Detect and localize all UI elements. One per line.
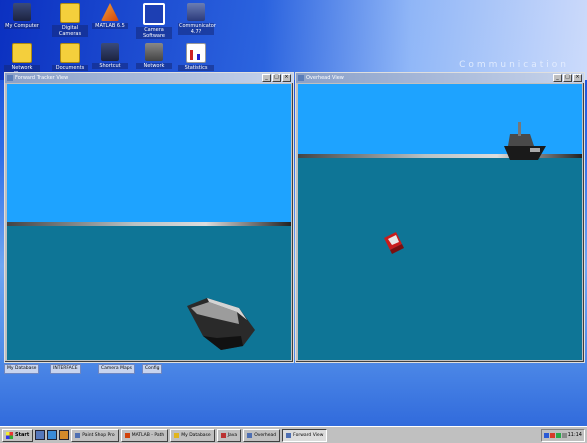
desktop-icon-communicator[interactable]: Communicator 4.7? (178, 3, 216, 35)
taskbar-button[interactable]: Paint Shop Pro (71, 428, 119, 442)
show-desktop-icon[interactable] (35, 430, 46, 440)
minimize-button[interactable]: _ (553, 74, 562, 82)
forward-view-title: Forward Tracker View (15, 75, 69, 81)
desktop-icon-matlab[interactable]: MATLAB 6.5 (92, 3, 128, 29)
start-button[interactable]: Start (2, 428, 34, 442)
volume-tray-icon[interactable] (561, 432, 567, 438)
folder-icon (12, 43, 32, 63)
java-icon (220, 432, 226, 438)
minimized-window[interactable]: INTERFACE (50, 364, 81, 374)
desktop-icon-camera-software[interactable]: Camera Software (136, 3, 172, 39)
window-icon (286, 432, 292, 438)
chart-icon (186, 43, 206, 63)
close-button[interactable]: × (573, 74, 582, 82)
folder-icon (174, 432, 180, 438)
browser-icon[interactable] (47, 430, 58, 440)
paint-icon (75, 432, 81, 438)
desktop-icon-digital-cameras[interactable]: Digital Cameras (52, 3, 88, 37)
taskbar-button[interactable]: MATLAB - Path (120, 428, 169, 442)
desktop-icon-my-computer[interactable]: My Computer (4, 3, 40, 29)
minimized-window[interactable]: Config (142, 364, 163, 374)
network-tray-icon[interactable] (543, 432, 549, 438)
folder-icon (60, 43, 80, 63)
minimized-window[interactable]: Camera Maps (98, 364, 135, 374)
folder-icon (60, 3, 80, 23)
update-tray-icon[interactable] (555, 432, 561, 438)
clock[interactable]: 11:14 (568, 432, 582, 438)
windows-flag-icon (6, 431, 13, 439)
forward-view-window: Forward Tracker View _ □ × (4, 72, 294, 363)
minimized-window[interactable]: My Database (4, 364, 40, 374)
forward-view-titlebar[interactable]: Forward Tracker View _ □ × (5, 73, 293, 83)
computer-icon (13, 3, 31, 21)
system-tray: 11:14 (540, 428, 585, 442)
taskbar-button[interactable]: Forward View (282, 428, 328, 442)
matlab-icon (124, 432, 130, 438)
antivirus-tray-icon[interactable] (549, 432, 555, 438)
overhead-view-title: Overhead View (306, 75, 344, 81)
taskbar: Start Paint Shop Pro MATLAB - Path My Da… (0, 426, 587, 443)
overhead-view-viewport[interactable] (298, 84, 582, 360)
desktop-icon-shortcut[interactable]: Shortcut (92, 43, 128, 69)
window-app-icon (298, 75, 304, 81)
desktop-icon-statistics[interactable]: Statistics (178, 43, 214, 71)
close-button[interactable]: × (282, 74, 291, 82)
outlook-icon[interactable] (59, 430, 70, 440)
taskbar-button[interactable]: Java (216, 428, 242, 442)
camera-icon (143, 3, 165, 25)
desktop-icon-network[interactable]: Network (136, 43, 172, 69)
desktop-icon-documents[interactable]: Documents (52, 43, 88, 71)
overhead-view-window: Overhead View _ □ × (295, 72, 585, 363)
matlab-icon (101, 3, 119, 21)
taskbar-button[interactable]: Overhead (243, 428, 281, 442)
minimize-button[interactable]: _ (262, 74, 271, 82)
minimized-windows-strip: My Database INTERFACE Camera Maps Config (0, 364, 587, 378)
taskbar-button[interactable]: My Database (170, 428, 215, 442)
monitor-icon (101, 43, 119, 61)
window-icon (247, 432, 253, 438)
target-boat-graphic (384, 232, 404, 254)
window-app-icon (7, 75, 13, 81)
maximize-button[interactable]: □ (272, 74, 281, 82)
start-label: Start (15, 432, 30, 438)
network-icon (145, 43, 163, 61)
boat-bow-graphic (187, 298, 255, 350)
communicator-icon (187, 3, 205, 21)
forward-view-viewport[interactable] (7, 84, 291, 360)
maximize-button[interactable]: □ (563, 74, 572, 82)
wallpaper-text: Communication (459, 60, 569, 70)
overhead-view-titlebar[interactable]: Overhead View _ □ × (296, 73, 584, 83)
